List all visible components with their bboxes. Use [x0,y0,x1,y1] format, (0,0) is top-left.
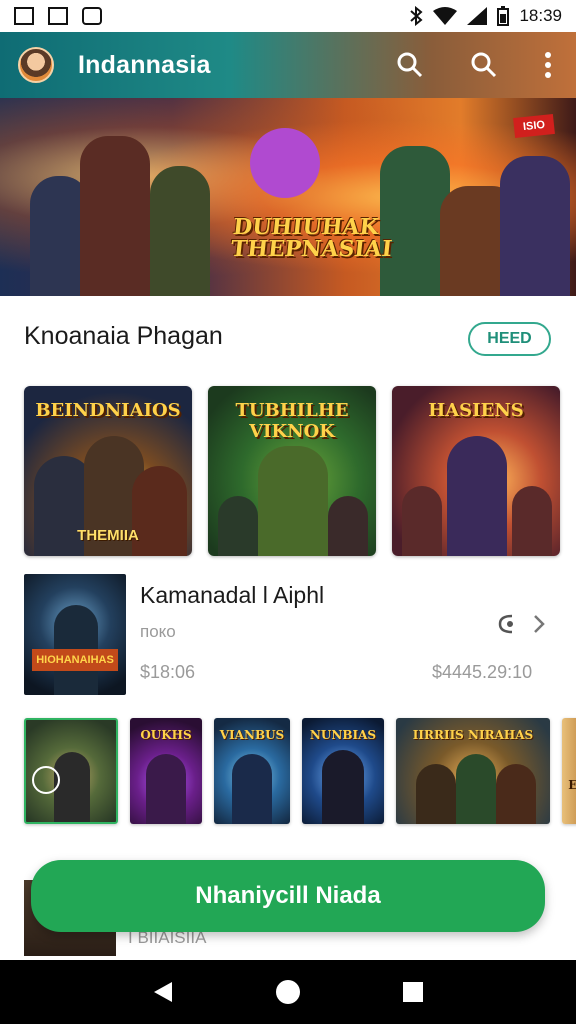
search-icon[interactable] [464,45,504,85]
share-icon[interactable] [494,612,518,641]
photo-icon [14,7,34,25]
feature-price-alt: $4445.29:10 [432,662,533,682]
thumb-figure [496,764,536,824]
hero-figure [500,156,570,296]
thumbnail-title: OUKHS [140,728,192,742]
bluetooth-icon [409,6,423,26]
more-vert-icon[interactable] [538,45,558,85]
chevron-right-icon[interactable] [532,612,546,641]
clock-time: 18:39 [519,6,562,25]
game-card[interactable]: TUBHILHE VIKNOK [208,386,376,556]
card-figure [402,486,442,556]
signal-icon [467,7,488,25]
card-title: HASIENS [428,400,524,421]
hero-figure [80,136,150,296]
game-card-row: BEINDNIAIOS THEMIIA TUBHILHE VIKNOK HASI… [24,386,576,556]
feature-price: $18:06 [140,662,196,682]
home-icon[interactable] [266,970,310,1014]
feature-thumbnail[interactable]: HIOHANAIHAS [24,574,126,695]
hero-figure [150,166,210,296]
wifi-icon [433,7,458,25]
search-icon[interactable] [390,45,430,85]
hero-figure [250,128,320,198]
thumbnail[interactable]: IIRRIIS NIRAHAS [396,718,550,824]
battery-saver-icon [82,7,102,25]
thumbnail[interactable]: VIANBUS [214,718,290,824]
recents-icon[interactable] [391,970,435,1014]
card-figure [447,436,507,556]
back-icon[interactable] [141,970,185,1014]
hero-badge: ISIO [513,113,555,139]
card-subtitle: THEMIIA [77,527,139,544]
thumb-figure [322,750,364,824]
app-bar: Indannasia [0,32,576,98]
card-figure [512,486,552,556]
hero-title: DUHIUHAK THEPNASIAI [229,214,394,262]
thumbnail-title: VIANBUS [219,728,285,742]
system-nav-bar [0,960,576,1024]
need-button[interactable]: HEED [468,322,551,356]
hero-banner[interactable]: DUHIUHAK THEPNASIAI ISIO [0,98,576,296]
thumbnail-title: NUNBIAS [309,728,377,742]
thumbnail[interactable]: NUNBIAS [302,718,384,824]
section-title: Knoanaia Phagan [24,322,223,350]
feature-title[interactable]: Kamanadal l Aiphl [140,582,324,609]
card-title: TUBHILHE VIKNOK [235,400,349,442]
app-title: Indannasia [78,50,211,79]
battery-icon [497,6,510,26]
avatar[interactable] [18,47,54,83]
card-figure [258,446,328,556]
primary-action-button[interactable]: Nhaniycill Niada [31,860,545,932]
game-card[interactable]: HASIENS [392,386,560,556]
thumbnail[interactable]: OUKHS [130,718,202,824]
play-icon[interactable] [32,766,60,794]
thumb-figure [232,754,272,824]
thumbnail-partial[interactable]: Er [562,718,576,824]
feature-subtitle: поко [140,622,176,641]
image-icon [48,7,68,25]
card-figure [328,496,368,556]
feature-thumb-label: HIOHANAIHAS [32,649,118,671]
card-title: BEINDNIAIOS [35,400,181,421]
thumbnail[interactable] [24,718,118,824]
game-card[interactable]: BEINDNIAIOS THEMIIA [24,386,192,556]
thumbnail-row: OUKHS VIANBUS NUNBIAS IIRRIIS NIRAHAS Er [24,718,576,824]
status-bar: 18:39 [0,0,576,32]
thumbnail-title: Er [568,778,576,792]
thumb-figure [416,764,456,824]
thumb-figure [146,754,186,824]
thumbnail-title: IIRRIIS NIRAHAS [412,728,534,742]
thumb-figure [54,752,90,822]
card-figure [218,496,258,556]
thumb-figure [456,754,496,824]
